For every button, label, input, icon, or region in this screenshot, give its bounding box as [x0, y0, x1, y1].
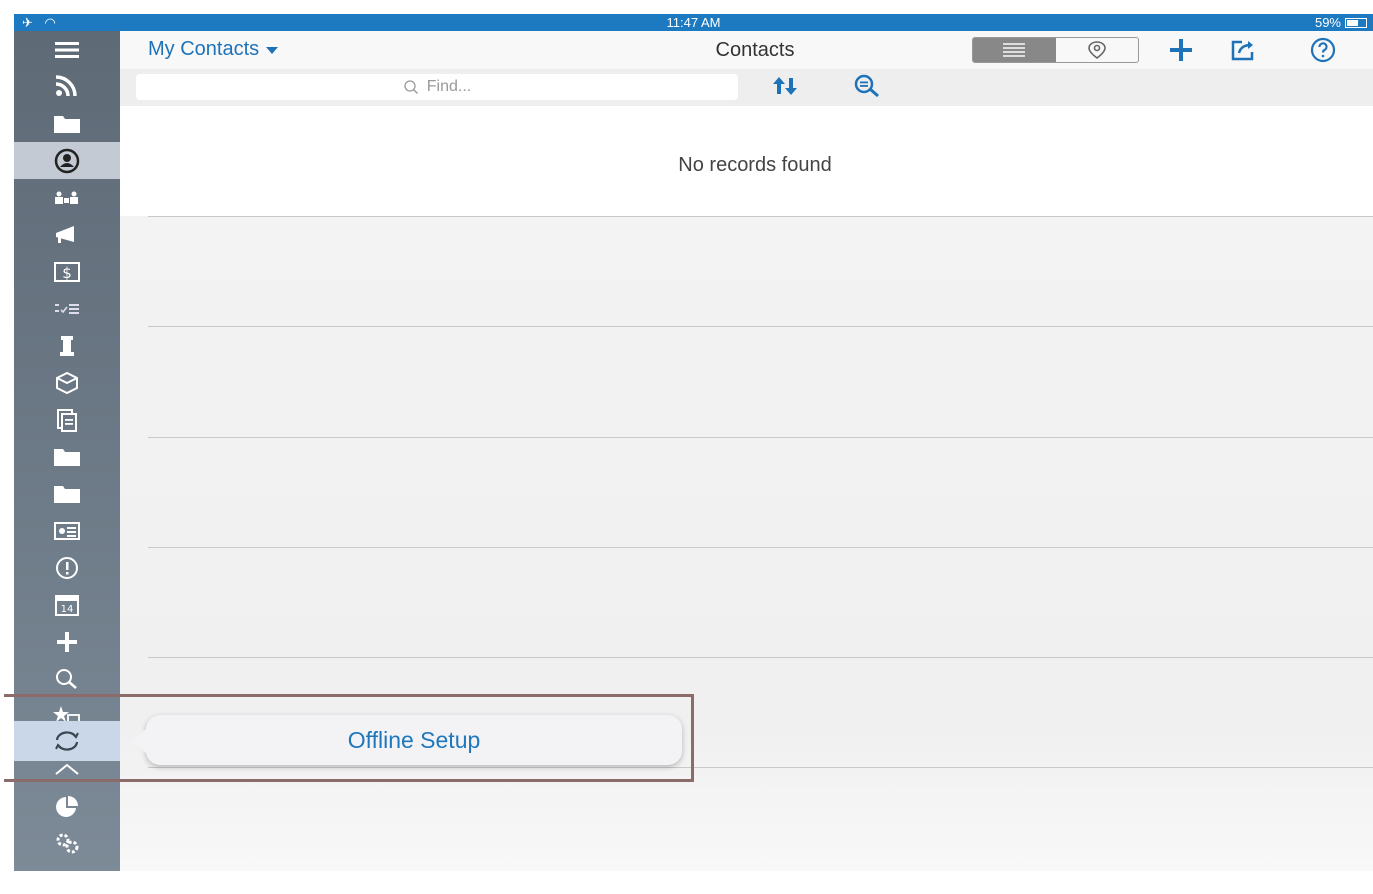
battery-fill	[1347, 19, 1358, 26]
empty-message: No records found	[678, 154, 832, 176]
contacts-icon	[54, 148, 80, 173]
zoom-search-icon	[854, 74, 879, 98]
header-bar: My Contacts Contacts	[120, 31, 1373, 70]
status-right: 59%	[1315, 15, 1367, 30]
help-button[interactable]	[1306, 35, 1340, 65]
sidebar-item-calendar[interactable]: 14	[14, 586, 120, 623]
sidebar-item-tasks[interactable]	[14, 290, 120, 327]
sidebar-item-contacts[interactable]	[14, 142, 120, 179]
share-icon	[1231, 40, 1254, 61]
menu-icon	[55, 41, 79, 58]
calendar-icon: 14	[55, 594, 79, 616]
map-view-button[interactable]	[1056, 38, 1139, 62]
sidebar-item-folder-2[interactable]	[14, 438, 120, 475]
tasks-icon	[55, 303, 79, 314]
map-pin-icon	[1087, 41, 1106, 60]
sidebar-item-products[interactable]	[14, 364, 120, 401]
id-card-icon	[54, 521, 80, 540]
row-divider	[148, 547, 1373, 548]
search-icon	[56, 668, 77, 689]
campaigns-icon	[56, 225, 74, 243]
folder-icon-3	[54, 485, 80, 503]
battery-icon	[1345, 17, 1367, 28]
sidebar-item-search[interactable]	[14, 660, 120, 697]
sidebar-item-alerts[interactable]	[14, 549, 120, 586]
settings-icon	[56, 833, 79, 853]
sidebar-item-reports[interactable]	[14, 788, 120, 825]
my-contacts-dropdown[interactable]: My Contacts	[148, 38, 279, 61]
offline-setup-tooltip[interactable]: Offline Setup	[132, 715, 682, 765]
view-toggle	[972, 37, 1139, 63]
sidebar-item-documents[interactable]	[14, 401, 120, 438]
alert-icon	[56, 556, 78, 579]
tooltip-label: Offline Setup	[347, 726, 481, 753]
row-divider	[148, 326, 1373, 327]
status-bar: ✈ ◠ 11:47 AM 59%	[14, 14, 1373, 31]
sidebar-item-campaigns[interactable]	[14, 216, 120, 253]
share-button[interactable]	[1226, 35, 1260, 65]
sidebar-item-feed[interactable]	[14, 68, 120, 105]
menu-button[interactable]	[14, 31, 120, 68]
dropdown-label: My Contacts	[148, 38, 260, 60]
sort-icon	[773, 77, 797, 95]
row-divider	[148, 216, 1373, 217]
svg-text:$: $	[62, 264, 72, 282]
calendar-day: 14	[61, 604, 74, 615]
sidebar-item-folder[interactable]	[14, 105, 120, 142]
list-view-icon	[1003, 43, 1026, 57]
battery-percent: 59%	[1314, 15, 1341, 30]
list-view-button[interactable]	[973, 38, 1056, 62]
sidebar-item-id-card[interactable]	[14, 512, 120, 549]
sidebar-item-more[interactable]	[14, 857, 120, 894]
search-icon	[404, 80, 418, 94]
sidebar-item-settings[interactable]	[14, 824, 120, 861]
find-placeholder: Find...	[426, 78, 472, 95]
sidebar-item-accounts[interactable]	[14, 179, 120, 216]
sort-button[interactable]	[768, 71, 802, 101]
status-time: 11:47 AM	[666, 15, 721, 30]
sidebar-item-leads[interactable]	[14, 327, 120, 364]
advanced-search-button[interactable]	[850, 71, 884, 101]
sidebar-item-folder-3[interactable]	[14, 475, 120, 512]
add-button[interactable]	[1164, 35, 1198, 65]
help-icon	[1310, 37, 1336, 63]
sidebar-item-opportunities[interactable]: $	[14, 253, 120, 290]
folder-icon	[54, 115, 80, 133]
rss-feed-icon	[55, 74, 77, 96]
row-divider	[148, 657, 1373, 658]
find-input[interactable]: Find...	[136, 74, 738, 100]
sidebar-item-add[interactable]	[14, 623, 120, 660]
add-icon	[57, 631, 77, 652]
caret-down-icon	[266, 46, 279, 54]
products-icon	[56, 371, 78, 394]
accounts-icon	[55, 191, 78, 204]
find-bar: Find...	[120, 69, 1373, 106]
leads-icon	[60, 335, 74, 356]
more-icon	[56, 873, 78, 878]
folder-icon-2	[54, 448, 80, 466]
add-icon	[1170, 39, 1192, 61]
row-divider	[148, 437, 1373, 438]
reports-icon	[56, 795, 78, 817]
opportunities-icon: $	[54, 261, 80, 282]
documents-icon	[57, 408, 77, 432]
